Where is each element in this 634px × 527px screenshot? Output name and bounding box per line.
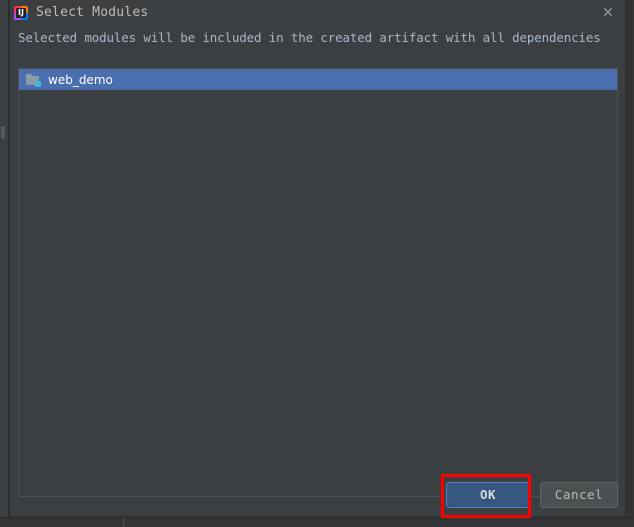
dialog-footer: OK Cancel bbox=[10, 471, 625, 516]
intellij-idea-icon: IJ bbox=[14, 5, 28, 20]
close-icon[interactable]: ✕ bbox=[599, 4, 617, 22]
ide-status-bar-divider bbox=[123, 517, 124, 527]
list-item[interactable]: web_demo bbox=[19, 69, 617, 90]
dialog-title: Select Modules bbox=[36, 5, 149, 20]
ide-status-bar bbox=[0, 517, 634, 527]
module-name-label: web_demo bbox=[48, 72, 113, 87]
select-modules-dialog: IJ Select Modules ✕ Selected modules wil… bbox=[9, 0, 626, 517]
dialog-title-bar: IJ Select Modules ✕ bbox=[10, 0, 625, 25]
ok-button[interactable]: OK bbox=[446, 482, 530, 508]
modules-list[interactable]: web_demo bbox=[18, 68, 618, 497]
ide-tool-window-stripe bbox=[1, 126, 5, 139]
dialog-description: Selected modules will be included in the… bbox=[18, 30, 601, 45]
dialog-body: Selected modules will be included in the… bbox=[10, 25, 625, 497]
cancel-button[interactable]: Cancel bbox=[540, 482, 618, 508]
ide-left-tool-panel bbox=[0, 0, 9, 527]
module-folder-icon bbox=[26, 73, 42, 87]
